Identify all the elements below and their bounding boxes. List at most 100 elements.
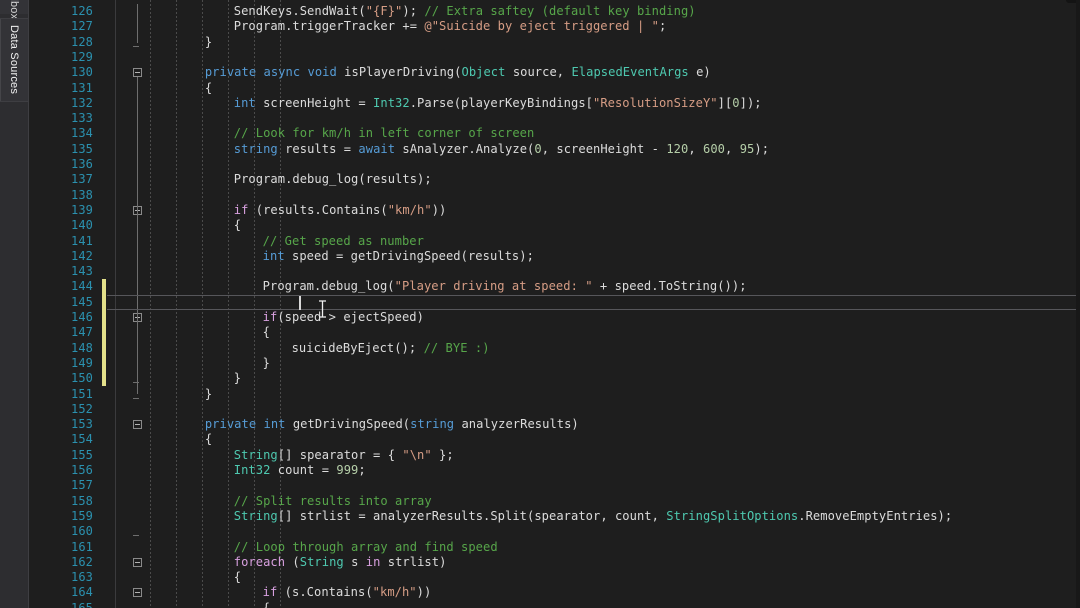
line-number: 128 [71, 34, 93, 49]
code-line[interactable]: 138 [29, 188, 1080, 203]
code-line[interactable]: 132 int screenHeight = Int32.Parse(player… [29, 96, 1080, 111]
code-line[interactable]: 151} [29, 387, 1080, 402]
code-line[interactable]: 158 // Split results into array [29, 494, 1080, 509]
code-line-text[interactable]: String[] strlist = analyzerResults.Split… [234, 509, 952, 524]
code-line[interactable]: 128} [29, 35, 1080, 50]
code-line-text[interactable]: { [234, 570, 241, 585]
code-line-text[interactable]: } [263, 356, 270, 371]
code-line-text[interactable]: String[] spearator = { "\n" }; [234, 448, 454, 463]
code-line[interactable]: 164 if (s.Contains("km/h")) [29, 585, 1080, 600]
code-line[interactable]: 155 String[] spearator = { "\n" }; [29, 448, 1080, 463]
code-token: isPlayerDriving [344, 65, 455, 80]
code-line[interactable]: 152 [29, 402, 1080, 417]
code-line-text[interactable]: Program.debug_log(results); [234, 172, 432, 187]
fold-structure-line [137, 4, 138, 43]
code-line[interactable]: 146 if(speed > ejectSpeed) [29, 310, 1080, 325]
code-line-text[interactable]: int speed = getDrivingSpeed(results); [263, 249, 534, 264]
code-line[interactable]: 137 Program.debug_log(results); [29, 172, 1080, 187]
code-line-text[interactable]: foreach (String s in strlist) [234, 555, 447, 570]
code-line-text[interactable]: } [205, 35, 212, 50]
line-number: 151 [71, 386, 93, 401]
code-line-text[interactable]: if (s.Contains("km/h")) [263, 585, 432, 600]
code-surface[interactable]: 126 SendKeys.SendWait("{F}"); // Extra sa… [29, 0, 1080, 608]
code-line[interactable]: 136 [29, 157, 1080, 172]
code-token: void [307, 65, 337, 80]
code-line-text[interactable]: // Split results into array [234, 494, 432, 509]
code-line[interactable]: 162 foreach (String s in strlist) [29, 555, 1080, 570]
code-line[interactable]: 140 { [29, 218, 1080, 233]
code-line[interactable]: 127 Program.triggerTracker += @"Suicide b… [29, 19, 1080, 34]
code-token: "Player driving at speed: " [394, 279, 593, 294]
code-line[interactable]: 150} [29, 371, 1080, 386]
code-line-text[interactable]: private int getDrivingSpeed(string analy… [205, 417, 579, 432]
dock-tab-data-sources[interactable]: Data Sources [0, 18, 28, 102]
code-line[interactable]: 145 [29, 295, 1080, 310]
code-line[interactable]: 134 // Look for km/h in left corner of sc… [29, 126, 1080, 141]
code-token: (results.Contains( [248, 202, 388, 217]
code-token: "\n" [402, 447, 432, 462]
code-line[interactable]: 148 suicideByEject(); // BYE :) [29, 341, 1080, 356]
code-token: in [365, 554, 381, 569]
code-line[interactable]: 129 [29, 50, 1080, 65]
code-line[interactable]: 160 [29, 524, 1080, 539]
code-line[interactable]: 143 [29, 264, 1080, 279]
code-line-text[interactable]: } [234, 371, 241, 386]
code-line-text[interactable]: Program.debug_log("Player driving at spe… [263, 279, 747, 294]
line-number: 150 [71, 371, 93, 386]
code-line-text[interactable]: { [205, 81, 212, 96]
code-token: [] spearator = { [277, 447, 403, 462]
code-line[interactable]: 149} [29, 356, 1080, 371]
code-line-text[interactable]: suicideByEject(); // BYE :) [292, 341, 490, 356]
fold-toggle-icon[interactable] [133, 68, 142, 78]
code-line[interactable]: 141 // Get speed as number [29, 234, 1080, 249]
code-token: ElapsedEventArgs [571, 65, 689, 80]
code-line-text[interactable]: { [263, 325, 270, 340]
fold-end-tick [133, 382, 139, 384]
dock-tab-toolbox[interactable]: Toolbox [0, 0, 28, 20]
code-token: if [262, 310, 278, 324]
code-line[interactable]: 142 int speed = getDrivingSpeed(results); [29, 249, 1080, 264]
code-line[interactable]: 126 SendKeys.SendWait("{F}"); // Extra sa… [29, 4, 1080, 19]
code-line[interactable]: 135 string results = await sAnalyzer.Anal… [29, 142, 1080, 157]
code-line-text[interactable]: if(speed > ejectSpeed) [263, 310, 424, 325]
code-line-text[interactable]: } [205, 387, 212, 402]
code-line-text[interactable]: if (results.Contains("km/h")) [234, 203, 447, 218]
code-token: .Parse(playerKeyBindings[ [409, 95, 593, 110]
code-line[interactable]: 147 { [29, 325, 1080, 340]
code-line[interactable]: 157 [29, 478, 1080, 493]
code-line[interactable]: 161 // Loop through array and find speed [29, 540, 1080, 555]
code-line-text[interactable]: { [234, 218, 241, 233]
code-line[interactable]: 130 private async void isPlayerDriving(Ob… [29, 65, 1080, 80]
code-line[interactable]: 159 String[] strlist = analyzerResults.Sp… [29, 509, 1080, 524]
code-line-text[interactable]: SendKeys.SendWait("{F}"); // Extra safte… [234, 4, 696, 19]
code-line-text[interactable]: int screenHeight = Int32.Parse(playerKey… [234, 96, 762, 111]
code-token: } [204, 386, 213, 401]
line-number: 126 [71, 4, 93, 18]
code-line[interactable]: 163 { [29, 570, 1080, 585]
line-number: 132 [71, 95, 93, 110]
code-token: }; [431, 447, 454, 462]
code-line-text[interactable]: string results = await sAnalyzer.Analyze… [234, 142, 769, 157]
code-editor[interactable]: 126 SendKeys.SendWait("{F}"); // Extra sa… [29, 0, 1080, 608]
code-token: private [204, 65, 257, 80]
fold-toggle-icon[interactable] [133, 420, 142, 430]
code-line[interactable]: 153 private int getDrivingSpeed(string an… [29, 417, 1080, 432]
code-token: int [263, 417, 286, 432]
code-token: 999 [336, 463, 359, 477]
code-line-text[interactable]: Int32 count = 999; [234, 463, 366, 478]
code-line-text[interactable]: // Look for km/h in left corner of scree… [234, 126, 535, 141]
code-line[interactable]: 144 Program.debug_log("Player driving at … [29, 279, 1080, 294]
code-line-text[interactable]: { [205, 432, 212, 447]
code-line[interactable]: 133 [29, 111, 1080, 126]
code-line-text[interactable]: { [263, 601, 270, 608]
code-line-text[interactable]: Program.triggerTracker += @"Suicide by e… [234, 19, 667, 34]
code-line[interactable]: 139 if (results.Contains("km/h")) [29, 203, 1080, 218]
code-line[interactable]: 165 { [29, 601, 1080, 608]
code-line-text[interactable]: // Loop through array and find speed [234, 540, 498, 555]
code-line[interactable]: 156 Int32 count = 999; [29, 463, 1080, 478]
code-line-text[interactable]: // Get speed as number [263, 234, 424, 249]
code-line-text[interactable]: private async void isPlayerDriving(Objec… [205, 65, 711, 80]
code-line[interactable]: 131 { [29, 81, 1080, 96]
code-token: screenHeight = [255, 95, 374, 110]
code-line[interactable]: 154 { [29, 432, 1080, 447]
